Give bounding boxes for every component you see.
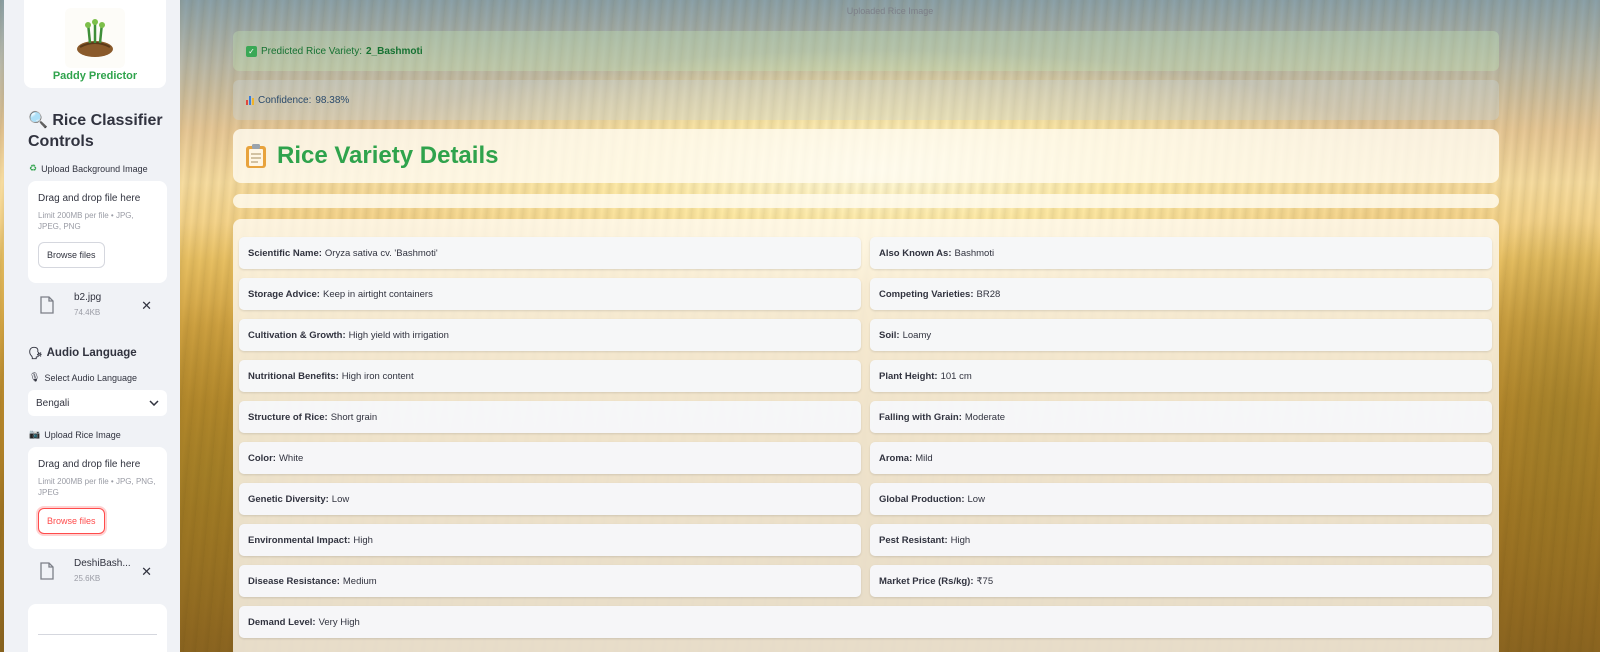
bg-browse-button[interactable]: Browse files — [38, 242, 105, 268]
image-caption: Uploaded Rice Image — [846, 6, 934, 16]
detail-item: Market Price (Rs/kg): ₹75 — [870, 565, 1492, 597]
audio-select-label: 🎙 Select Audio Language — [29, 372, 138, 383]
select-value: Bengali — [36, 397, 70, 409]
dropzone-limit: Limit 200MB per file • JPG, PNG, JPEG — [38, 477, 156, 497]
detail-item: Scientific Name: Oryza sativa cv. 'Bashmo… — [239, 237, 861, 269]
sidebar: Paddy Predictor 🔍 Rice Classifier Contro… — [4, 0, 180, 652]
magnifier-icon: 🔍 — [28, 112, 48, 129]
detail-item: Cultivation & Growth: High yield with irr… — [239, 319, 861, 351]
audio-language-select[interactable]: Bengali — [28, 390, 167, 416]
file-icon — [40, 296, 54, 314]
dropzone-title: Drag and drop file here — [38, 193, 141, 204]
file-size: 74.4KB — [74, 308, 101, 317]
detail-item: Structure of Rice: Short grain — [239, 401, 861, 433]
detail-item: Soil: Loamy — [870, 319, 1492, 351]
bg-uploaded-file: b2.jpg 74.4KB ✕ — [40, 292, 160, 322]
detail-item: Global Production: Low — [870, 483, 1492, 515]
file-name: b2.jpg — [74, 292, 102, 303]
bg-upload-label: ♻ Upload Background Image — [29, 163, 148, 174]
detail-item: Falling with Grain: Moderate — [870, 401, 1492, 433]
chevron-down-icon — [149, 400, 159, 406]
rice-dropzone[interactable]: Drag and drop file here Limit 200MB per … — [28, 447, 167, 549]
file-size: 25.6KB — [74, 574, 101, 583]
detail-item: Pest Resistant: High — [870, 524, 1492, 556]
divider-card — [233, 194, 1499, 208]
confidence-alert: Confidence: 98.38% — [233, 80, 1499, 120]
detail-item: Storage Advice: Keep in airtight containe… — [239, 278, 861, 310]
detail-item: Aroma: Mild — [870, 442, 1492, 474]
detail-item: Disease Resistance: Medium — [239, 565, 861, 597]
detail-item: Genetic Diversity: Low — [239, 483, 861, 515]
bar-chart-icon — [246, 95, 254, 105]
dropzone-limit: Limit 200MB per file • JPG, JPEG, PNG — [38, 211, 134, 231]
details-title: Rice Variety Details — [277, 142, 499, 169]
prediction-alert: ✓ Predicted Rice Variety: 2_Bashmoti — [233, 31, 1499, 71]
clipboard-icon — [246, 144, 266, 168]
microphone-icon: 🎙 — [29, 372, 41, 382]
sidebar-title: 🔍 Rice Classifier Controls — [28, 112, 163, 150]
checkmark-icon: ✓ — [246, 45, 257, 57]
rice-uploaded-file: DeshiBash... 25.6KB ✕ — [40, 558, 160, 588]
sidebar-bottom-card — [28, 604, 167, 652]
recycle-icon: ♻ — [29, 163, 38, 173]
prediction-value: 2_Bashmoti — [365, 45, 423, 57]
speaker-icon: 🗣 — [28, 348, 43, 360]
logo-text: Paddy Predictor — [52, 70, 138, 82]
details-header-card: Rice Variety Details — [233, 129, 1499, 183]
paddy-logo-icon — [65, 8, 125, 68]
confidence-value: 98.38% — [315, 94, 350, 106]
detail-item: Also Known As: Bashmoti — [870, 237, 1492, 269]
rice-browse-button[interactable]: Browse files — [38, 508, 105, 534]
detail-item: Plant Height: 101 cm — [870, 360, 1492, 392]
confidence-label: Confidence: — [258, 94, 312, 106]
detail-item: Nutritional Benefits: High iron content — [239, 360, 861, 392]
audio-language-heading: 🗣 Audio Language — [28, 347, 137, 360]
detail-item: Demand Level: Very High — [239, 606, 1492, 638]
bg-dropzone[interactable]: Drag and drop file here Limit 200MB per … — [28, 181, 167, 283]
close-icon[interactable]: ✕ — [141, 564, 152, 580]
detail-item: Environmental Impact: High — [239, 524, 861, 556]
file-name: DeshiBash... — [74, 558, 131, 569]
dropzone-title: Drag and drop file here — [38, 459, 141, 470]
detail-item: Competing Varieties: BR28 — [870, 278, 1492, 310]
file-icon — [40, 562, 54, 580]
close-icon[interactable]: ✕ — [141, 298, 152, 314]
prediction-label: Predicted Rice Variety: — [261, 45, 362, 57]
camera-icon: 📷 — [29, 429, 41, 439]
rice-upload-label: 📷 Upload Rice Image — [29, 429, 121, 440]
logo-card: Paddy Predictor — [24, 0, 166, 88]
detail-item: Color: White — [239, 442, 861, 474]
